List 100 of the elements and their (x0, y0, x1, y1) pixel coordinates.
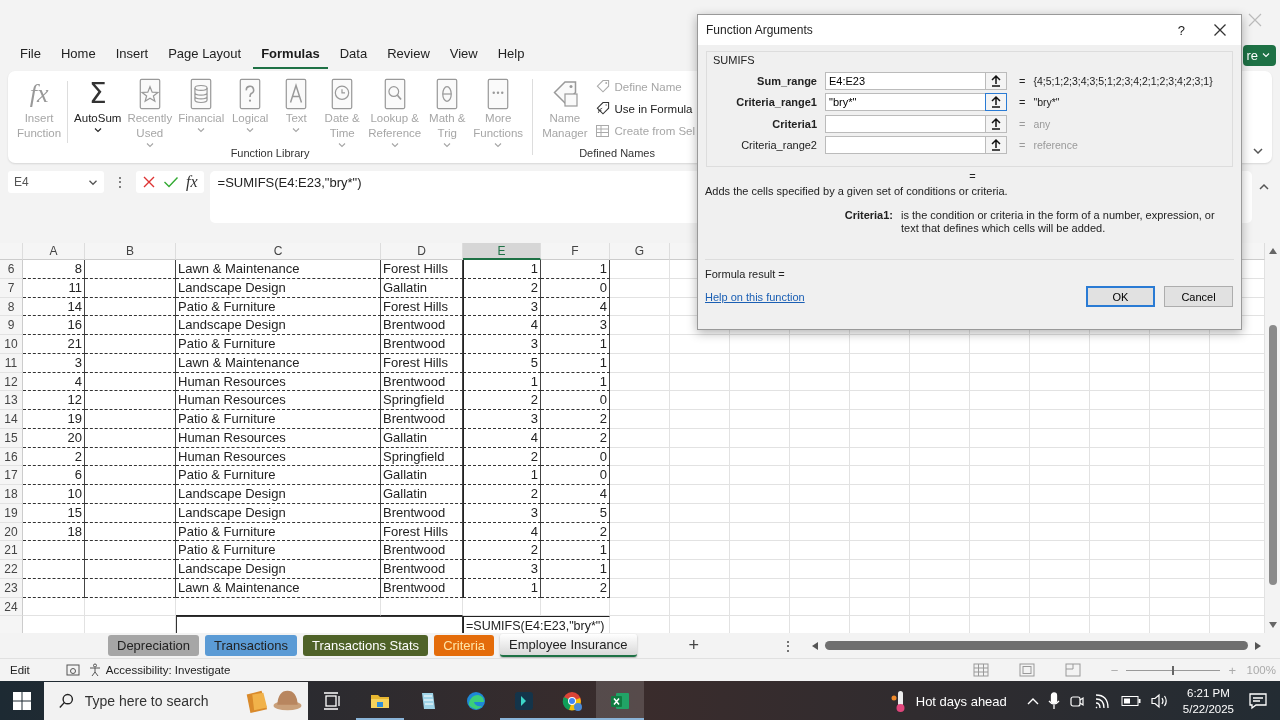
equals-sign: = (1019, 117, 1026, 130)
argument-result: {4;5;1;2;3;4;3;5;1;2;3;4;2;1;2;3;4;2;3;1} (1033, 74, 1213, 87)
table-cell: 1 (541, 560, 610, 579)
table-cell: 1 (463, 372, 541, 392)
argument-label: Criteria_range2 (740, 139, 817, 152)
table-cell: 3 (23, 353, 85, 373)
table-cell: Brentwood (381, 316, 463, 335)
table-cell: 2 (541, 428, 610, 448)
table-cell: Gallatin (381, 485, 463, 504)
table-cell: 19 (23, 410, 85, 429)
argument-label: Criteria_range1 (735, 96, 817, 109)
table-cell: 3 (463, 335, 541, 354)
table-cell: 3 (463, 560, 541, 579)
table-cell: Landscape Design (176, 278, 381, 298)
table-cell: 16 (23, 316, 85, 335)
table-cell: Springfield (381, 447, 463, 467)
table-cell: 3 (541, 316, 610, 335)
table-cell: 3 (463, 410, 541, 429)
table-cell: 15 (23, 503, 85, 523)
argument-label: Criteria1 (771, 117, 817, 130)
table-cell: Lawn & Maintenance (176, 260, 381, 279)
table-cell: Brentwood (381, 372, 463, 392)
table-cell: 4 (541, 485, 610, 504)
table-cell: 1 (463, 260, 541, 279)
table-cell: Forest Hills (381, 353, 463, 373)
table-cell: 1 (541, 372, 610, 392)
table-cell: 0 (541, 466, 610, 485)
table-cell: Patio & Furniture (176, 297, 381, 317)
table-cell: 8 (23, 260, 85, 279)
table-cell: Forest Hills (381, 260, 463, 279)
table-cell: 5 (463, 353, 541, 373)
table-cell: 2 (463, 485, 541, 504)
table-cell: Human Resources (176, 372, 381, 392)
group-label: Function Library (230, 147, 310, 161)
table-cell: 5 (541, 503, 610, 523)
table-cell: Human Resources (176, 447, 381, 467)
table-cell: 2 (463, 278, 541, 298)
equals-sign: = (1019, 96, 1026, 109)
table-cell: Brentwood (381, 560, 463, 579)
table-cell: Gallatin (381, 428, 463, 448)
dialog-title: Function Arguments (706, 23, 813, 37)
table-cell: 2 (463, 447, 541, 467)
table-cell: Forest Hills (381, 297, 463, 317)
table-cell: 2 (463, 541, 541, 560)
table-cell: Patio & Furniture (176, 522, 381, 542)
table-cell: Patio & Furniture (176, 335, 381, 354)
table-cell: Brentwood (381, 578, 463, 598)
table-cell: 1 (541, 541, 610, 560)
table-cell: 3 (463, 503, 541, 523)
table-cell: 4 (463, 522, 541, 542)
table-cell: 2 (541, 410, 610, 429)
table-cell: 4 (463, 316, 541, 335)
table-cell: Lawn & Maintenance (176, 353, 381, 373)
table-cell: 12 (23, 391, 85, 410)
table-cell: Brentwood (381, 335, 463, 354)
group-label: Defined Names (579, 147, 655, 161)
table-cell: 14 (23, 297, 85, 317)
table-cell: 1 (541, 335, 610, 354)
argument-result: any (1033, 117, 1051, 130)
table-cell: 3 (463, 297, 541, 317)
argument-label: Sum_range (756, 74, 817, 87)
table-cell: Human Resources (176, 428, 381, 448)
status-mode: Edit (10, 664, 30, 676)
table-cell: Patio & Furniture (176, 410, 381, 429)
formula-result: Formula result = (704, 268, 786, 280)
table-cell: Landscape Design (176, 503, 381, 523)
result-equals-sign: = (968, 169, 977, 183)
table-cell: 11 (23, 278, 85, 298)
table-cell: 1 (541, 260, 610, 279)
function-description: Adds the cells specified by a given set of conditions or criteria. (704, 184, 1009, 199)
table-cell: Landscape Design (176, 316, 381, 335)
table-cell: 2 (541, 578, 610, 598)
table-cell: 2 (463, 391, 541, 410)
table-cell: 1 (463, 578, 541, 598)
table-cell: Forest Hills (381, 522, 463, 542)
table-cell: 4 (463, 428, 541, 448)
table-cell: 10 (23, 485, 85, 504)
table-cell: Gallatin (381, 278, 463, 298)
table-cell: 2 (23, 447, 85, 467)
table-cell: Brentwood (381, 503, 463, 523)
table-cell: 0 (541, 391, 610, 410)
table-cell: 4 (541, 297, 610, 317)
table-cell: Lawn & Maintenance (176, 578, 381, 598)
zoom-level: 100% (1245, 664, 1276, 676)
table-cell: 1 (463, 466, 541, 485)
equals-sign: = (1019, 74, 1026, 87)
table-cell: Springfield (381, 391, 463, 410)
table-cell: Human Resources (176, 391, 381, 410)
table-cell: 20 (23, 428, 85, 448)
table-cell: Brentwood (381, 410, 463, 429)
argument-help-text: is the condition or criteria in the form of a number, expression, or text that defines which cells will be added. (901, 209, 1216, 235)
function-name: SUMIFS (713, 54, 756, 66)
table-cell: Landscape Design (176, 485, 381, 504)
table-cell: 1 (541, 353, 610, 373)
table-cell: Brentwood (381, 541, 463, 560)
table-cell: Patio & Furniture (176, 541, 381, 560)
table-cell: 21 (23, 335, 85, 354)
table-cell: 4 (23, 372, 85, 392)
table-cell: Landscape Design (176, 560, 381, 579)
argument-result: "bry*" (1033, 96, 1060, 109)
